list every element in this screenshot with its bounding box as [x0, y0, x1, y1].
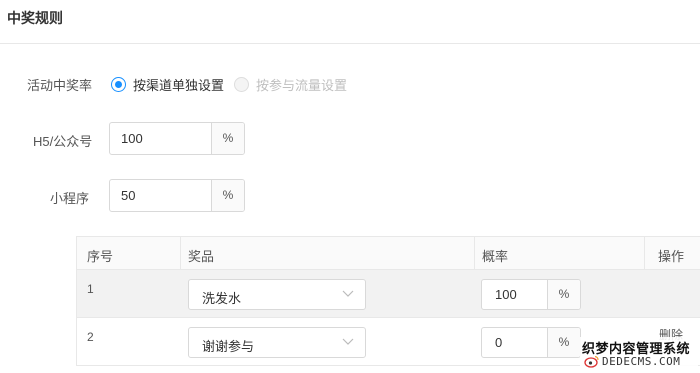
miniprogram-label: 小程序: [50, 191, 90, 206]
win-rate-label: 活动中奖率: [27, 78, 93, 93]
page-title: 中奖规则: [7, 10, 63, 26]
radio-per-channel[interactable]: 按渠道单独设置: [111, 75, 224, 94]
prize-select-value: 谢谢参与: [202, 339, 255, 354]
radio-per-traffic-label: 按参与流量设置: [256, 78, 348, 93]
weibo-logo-icon: [584, 355, 599, 368]
prize-rate-unit: %: [547, 280, 580, 309]
h5-rate-value: 100: [121, 131, 143, 146]
h5-rate-input[interactable]: 100 %: [109, 122, 245, 155]
header-index: 序号: [87, 249, 114, 264]
table-header: 序号 奖品 概率 操作: [77, 237, 700, 270]
prize-rate-unit: %: [547, 328, 580, 357]
prize-rate-value: 0: [495, 335, 503, 350]
h5-label: H5/公众号: [33, 134, 93, 149]
prize-select[interactable]: 洗发水: [188, 279, 366, 310]
header-prize: 奖品: [188, 249, 215, 264]
miniprogram-rate-unit: %: [211, 180, 244, 211]
chevron-down-icon: [342, 290, 354, 297]
header-action: 操作: [658, 249, 685, 264]
prize-select[interactable]: 谢谢参与: [188, 327, 366, 358]
row-index: 2: [87, 330, 94, 344]
title-divider: [0, 43, 700, 44]
chevron-down-icon: [342, 338, 354, 345]
header-separator: [474, 237, 475, 270]
miniprogram-rate-input[interactable]: 50 %: [109, 179, 245, 212]
radio-per-channel-label: 按渠道单独设置: [133, 78, 225, 93]
radio-unchecked-icon: [234, 77, 249, 92]
prize-select-value: 洗发水: [202, 291, 242, 306]
header-separator: [644, 237, 645, 270]
watermark: 织梦内容管理系统 DEDECMS.COM: [580, 337, 698, 371]
row-index: 1: [87, 282, 94, 296]
header-separator: [180, 237, 181, 270]
radio-checked-icon: [111, 77, 126, 92]
prize-rate-value: 100: [495, 287, 517, 302]
watermark-url: DEDECMS.COM: [602, 355, 681, 368]
header-rate: 概率: [482, 249, 509, 264]
table-row: 1 洗发水 100 %: [77, 270, 700, 318]
h5-rate-unit: %: [211, 123, 244, 154]
prize-rate-input[interactable]: 0 %: [481, 327, 581, 358]
miniprogram-rate-value: 50: [121, 188, 136, 203]
radio-per-traffic[interactable]: 按参与流量设置: [234, 75, 347, 94]
prize-rate-input[interactable]: 100 %: [481, 279, 581, 310]
